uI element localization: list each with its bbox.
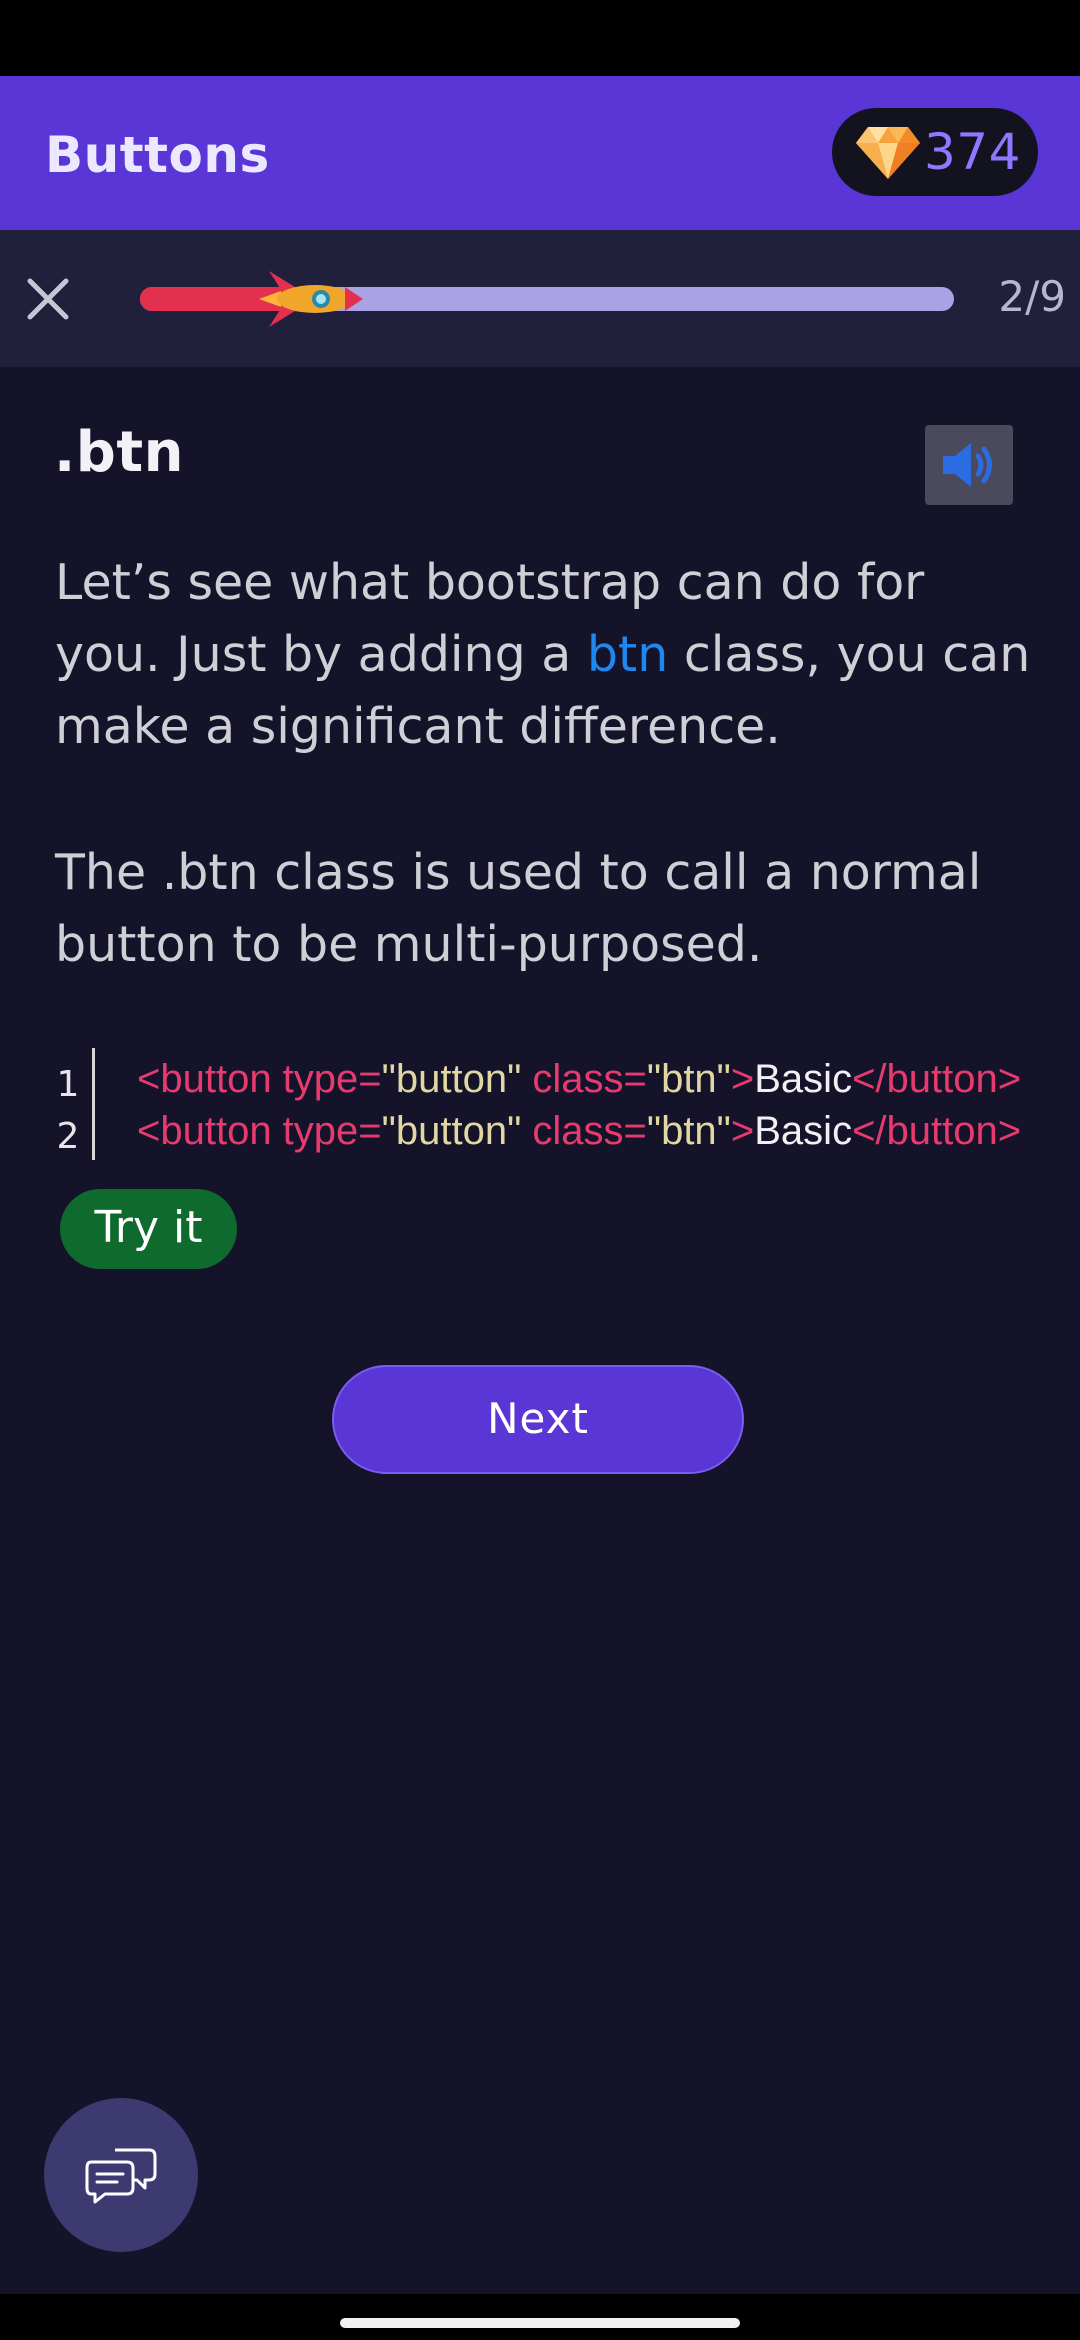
lesson-paragraph-1: Let’s see what bootstrap can do for you.…	[55, 547, 1045, 763]
close-button[interactable]	[20, 264, 76, 334]
rocket-icon	[259, 271, 363, 327]
highlighted-keyword: btn	[586, 626, 669, 683]
speaker-icon	[943, 443, 992, 487]
try-it-button[interactable]: Try it	[60, 1189, 237, 1269]
code-token-end-tag: </button>	[852, 1109, 1022, 1153]
next-button[interactable]: Next	[332, 1365, 744, 1474]
chat-bubbles-icon	[85, 2148, 157, 2204]
code-token-text: Basic	[754, 1057, 853, 1101]
progress-counter: 2/9	[998, 272, 1066, 321]
code-line: <button type="button" class="btn">Basic<…	[137, 1105, 1025, 1157]
code-token-attr: class=	[521, 1109, 647, 1153]
code-line: <button type="button" class="btn">Basic<…	[137, 1053, 1025, 1105]
lesson-title: .btn	[54, 420, 184, 485]
line-number: 1	[56, 1064, 80, 1105]
code-token-bracket: >	[730, 1057, 755, 1101]
close-icon	[27, 278, 69, 320]
code-token-end-tag: </button>	[852, 1057, 1022, 1101]
code-token-attr: class=	[521, 1057, 647, 1101]
diamond-icon	[856, 127, 920, 179]
code-token-text: Basic	[754, 1109, 853, 1153]
code-token-string: "btn"	[646, 1057, 731, 1101]
app-header: Buttons 374	[0, 76, 1080, 230]
code-token-string: "btn"	[646, 1109, 731, 1153]
line-number: 2	[56, 1116, 80, 1157]
page-title: Buttons	[45, 126, 270, 184]
status-bar	[0, 0, 1080, 76]
code-token-tag: <button type=	[137, 1109, 382, 1153]
code-token-string: "button"	[381, 1109, 522, 1153]
code-token-bracket: >	[730, 1109, 755, 1153]
home-indicator[interactable]	[340, 2318, 740, 2328]
chat-button[interactable]	[44, 2098, 198, 2252]
code-block: 1 2 <button type="button" class="btn">Ba…	[55, 1048, 1025, 1160]
audio-button[interactable]	[925, 425, 1013, 505]
code-token-tag: <button type=	[137, 1057, 382, 1101]
gems-badge[interactable]: 374	[832, 108, 1038, 196]
lesson-progress-bar: 2/9	[0, 230, 1080, 367]
lesson-paragraph-2: The .btn class is used to call a normal …	[55, 844, 982, 973]
code-token-string: "button"	[381, 1057, 522, 1101]
system-nav-bar	[0, 2294, 1080, 2340]
gem-count: 374	[924, 123, 1021, 181]
